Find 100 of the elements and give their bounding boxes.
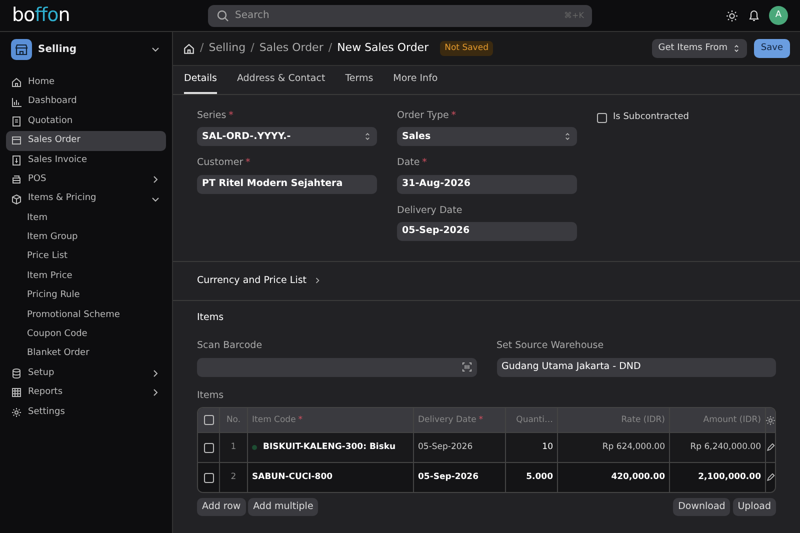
updown-icon <box>563 132 572 142</box>
table-row[interactable]: 1 BISKUIT-KALENG-300: Bisku 05-Sep-2026 10 Rp 624,000.00 Rp 6,240,000.00 <box>198 432 775 462</box>
required-mark: * <box>478 414 483 426</box>
sidebar-item[interactable]: Sales Invoice <box>6 150 166 170</box>
input-field[interactable]: PT Ritel Modern Sejahtera <box>197 174 377 194</box>
breadcrumb-separator: / <box>200 40 204 56</box>
sidebar-item[interactable]: Items & Pricing <box>6 189 166 209</box>
sidebar-item[interactable]: Sales Order <box>6 131 166 151</box>
field-label: Delivery Date <box>397 204 462 218</box>
field-label: Set Source Warehouse <box>496 339 604 354</box>
tab[interactable]: Terms <box>345 66 374 94</box>
table-cell: BISKUIT-KALENG-300: Bisku <box>263 441 396 454</box>
section-title[interactable]: Currency and Price List <box>197 274 307 288</box>
row-checkbox[interactable] <box>204 472 214 483</box>
sidebar-item[interactable]: Dashboard <box>6 92 166 112</box>
invoice-icon <box>11 154 22 166</box>
input-field[interactable]: 31-Aug-2026 <box>397 174 577 194</box>
sidebar-subitem[interactable]: Item Group <box>6 228 166 248</box>
column-header: No. <box>226 414 241 426</box>
required-mark: * <box>228 109 234 123</box>
table-action-button[interactable]: Add row <box>197 498 246 516</box>
row-number: 1 <box>230 441 236 454</box>
table-cell: 420,000.00 <box>611 471 665 484</box>
required-mark: * <box>298 414 302 426</box>
row-number: 2 <box>230 471 236 484</box>
table-cell: Rp 624,000.00 <box>602 441 665 454</box>
breadcrumb-link[interactable]: Selling <box>208 40 246 57</box>
section-title: Items <box>197 311 225 325</box>
sidebar-item[interactable]: Setup <box>6 364 166 384</box>
select-field[interactable]: Sales <box>397 127 577 146</box>
get-items-dropdown[interactable]: Get Items From <box>652 38 747 58</box>
table-action-button[interactable]: Upload <box>732 498 776 516</box>
sidebar-subitem[interactable]: Pricing Rule <box>6 286 166 306</box>
save-button[interactable]: Save <box>754 38 790 58</box>
table-cell: 2,100,000.00 <box>698 471 761 484</box>
select-field[interactable]: SAL-ORD-.YYYY.- <box>197 127 377 146</box>
box-icon <box>11 194 22 205</box>
sidebar-item[interactable]: Reports <box>6 383 166 403</box>
row-checkbox[interactable] <box>204 442 214 453</box>
barcode-scan-icon <box>462 362 472 372</box>
bar-chart-icon <box>11 96 22 108</box>
column-header: Rate (IDR) <box>621 414 665 426</box>
required-mark: * <box>422 156 427 170</box>
sidebar-item[interactable]: Quotation <box>6 112 166 132</box>
breadcrumb-link[interactable]: Sales Order <box>259 40 324 57</box>
field-label: Scan Barcode <box>197 339 262 354</box>
select-all-checkbox[interactable] <box>204 415 214 426</box>
sidebar-subitem[interactable]: Coupon Code <box>6 325 166 344</box>
checkbox-label: Is Subcontracted <box>613 111 689 124</box>
column-header: Amount (IDR) <box>703 414 761 426</box>
updown-icon <box>363 132 372 142</box>
document-icon <box>11 116 22 127</box>
checkbox[interactable] <box>597 112 607 123</box>
table-action-button[interactable]: Download <box>673 498 730 516</box>
workspace-switcher[interactable]: Selling <box>6 37 166 61</box>
field-label: Series <box>197 109 226 123</box>
sidebar-subitem[interactable]: Item Price <box>6 266 166 286</box>
table-cell: 05-Sep-2026 <box>418 441 473 454</box>
logo: boffon <box>12 3 71 28</box>
field-label: Customer <box>197 156 244 170</box>
register-icon <box>11 174 22 186</box>
table-cell: Rp 6,240,000.00 <box>690 441 761 454</box>
breadcrumb-separator: / <box>250 40 254 56</box>
pencil-icon <box>766 443 775 452</box>
sidebar-item[interactable]: POS <box>6 170 166 190</box>
column-header: Delivery Date <box>418 414 476 426</box>
breadcrumb-separator: / <box>328 40 332 56</box>
barcode-field[interactable] <box>197 358 476 376</box>
sidebar-subitem[interactable]: Blanket Order <box>6 344 166 364</box>
tab[interactable]: Details <box>184 66 217 94</box>
table-cell: 10 <box>542 441 553 454</box>
input-field[interactable]: Gudang Utama Jakarta - DND <box>496 358 776 376</box>
input-field[interactable]: 05-Sep-2026 <box>397 222 577 241</box>
status-indicator: Not Saved <box>440 41 494 56</box>
table-cell: 5.000 <box>526 471 553 484</box>
search-icon <box>217 10 229 22</box>
sidebar-subitem[interactable]: Item <box>6 208 166 228</box>
home-icon <box>183 42 195 54</box>
sidebar-subitem[interactable]: Price List <box>6 248 166 267</box>
field-label: Date <box>397 156 420 170</box>
store-icon <box>11 38 32 60</box>
home-icon <box>11 77 22 88</box>
sidebar-item[interactable]: Home <box>6 73 166 92</box>
page-title: New Sales Order <box>337 40 429 56</box>
bell-icon[interactable] <box>748 9 760 22</box>
pencil-icon <box>766 473 775 482</box>
table-label: Items <box>197 388 225 403</box>
table-action-button[interactable]: Add multiple <box>248 498 318 516</box>
tab[interactable]: Address & Contact <box>236 66 326 94</box>
sun-icon[interactable] <box>726 10 738 22</box>
tab[interactable]: More Info <box>393 66 438 94</box>
table-row[interactable]: 2 SABUN-CUCI-800 05-Sep-2026 5.000 420,000.00 2,100,000.00 <box>198 462 775 492</box>
table-cell: SABUN-CUCI-800 <box>252 471 333 484</box>
sidebar-item[interactable]: Settings <box>6 402 166 422</box>
column-header: Item Code <box>252 414 296 426</box>
required-mark: * <box>451 109 456 123</box>
card-icon <box>11 135 22 146</box>
required-mark: * <box>246 156 250 170</box>
sidebar-subitem[interactable]: Promotional Scheme <box>6 306 166 326</box>
database-icon <box>11 368 22 380</box>
